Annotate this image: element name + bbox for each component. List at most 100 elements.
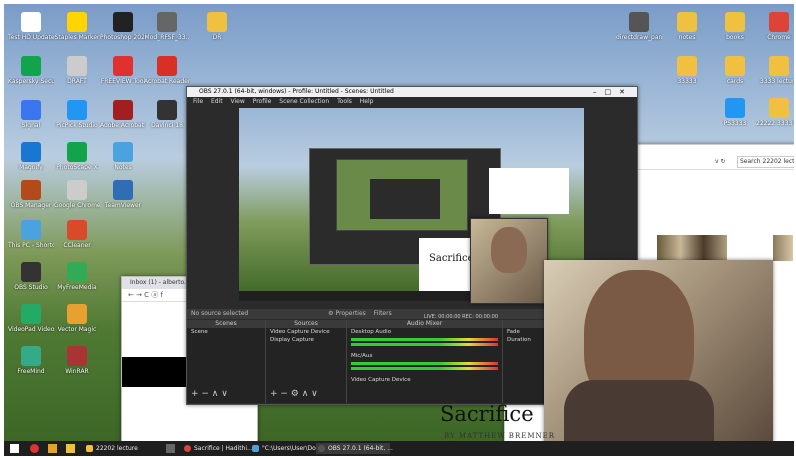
- desktop: Test HD Update Staples Marker Photoshop 20…: [4, 4, 794, 456]
- desktop-icon-label: 3333 lecture: [759, 78, 794, 85]
- desktop-icon-label: This PC - Shortcut: [8, 242, 54, 249]
- obs-icon: [318, 445, 325, 452]
- explorer-search-input[interactable]: Search 22202 lecture: [737, 156, 794, 168]
- menu-help[interactable]: Help: [360, 98, 374, 105]
- desktop-icon[interactable]: Staples Marker: [54, 12, 100, 41]
- taskbar-pin-icon[interactable]: [166, 444, 175, 453]
- desktop-icon[interactable]: Davinci 18: [144, 100, 190, 129]
- desktop-icon[interactable]: books: [712, 12, 758, 41]
- desktop-icon[interactable]: OBS Studio: [8, 262, 54, 291]
- desktop-icon[interactable]: Photoshop 2020: [100, 12, 146, 41]
- desktop-icon[interactable]: This PC - Shortcut: [8, 220, 54, 249]
- start-icon[interactable]: [10, 444, 19, 453]
- desktop-icon[interactable]: TeamViewer: [100, 180, 146, 209]
- desktop-icon[interactable]: DRAFT: [54, 56, 100, 85]
- app-icon: [67, 180, 87, 200]
- app-icon: [157, 12, 177, 32]
- desktop-icon-label: Google Chrome Copy: [54, 202, 100, 209]
- app-icon: [21, 142, 41, 162]
- explorer-thumbnail[interactable]: [657, 235, 727, 261]
- desktop-icon-label: Adobe Acrobat XI Professional: [100, 122, 146, 129]
- desktop-icon[interactable]: cards: [712, 56, 758, 85]
- person-body: [564, 380, 714, 444]
- desktop-icon-label: FREEVIEW Tool: [100, 78, 146, 85]
- desktop-icon[interactable]: Kaspersky Secure: [8, 56, 54, 85]
- doc-title: Sacrifice: [440, 402, 534, 426]
- desktop-icon[interactable]: OBS Manager: [8, 180, 54, 209]
- desktop-icon[interactable]: WinRAR: [54, 346, 100, 375]
- app-icon: [67, 100, 87, 120]
- person-face: [491, 227, 527, 273]
- webcam-preview-small: [470, 218, 548, 304]
- desktop-icon[interactable]: Test HD Update: [8, 12, 54, 41]
- app-icon: [207, 12, 227, 32]
- desktop-icon[interactable]: Google Chrome Copy: [54, 180, 100, 209]
- app-icon: [157, 100, 177, 120]
- taskbar-pin-icon[interactable]: [48, 444, 57, 453]
- volume-meter: [351, 343, 498, 346]
- app-icon: [677, 56, 697, 76]
- desktop-icon[interactable]: notes: [664, 12, 710, 41]
- desktop-icon[interactable]: PicPick Studio: [54, 100, 100, 129]
- desktop-icon[interactable]: DR: [194, 12, 240, 41]
- desktop-icon-label: Mod_RFSF_33..: [144, 34, 190, 41]
- explorer-nav[interactable]: v ↻: [715, 155, 726, 169]
- notepad-icon: [252, 445, 259, 452]
- properties-button[interactable]: Properties: [335, 310, 365, 317]
- menu-scene-collection[interactable]: Scene Collection: [279, 98, 329, 105]
- desktop-icon[interactable]: 22222 3333 Shortcut: [756, 98, 794, 127]
- desktop-icon[interactable]: Vector Magic: [54, 304, 100, 333]
- menu-tools[interactable]: Tools: [337, 98, 352, 105]
- taskbar-pin-icon[interactable]: [30, 444, 39, 453]
- desktop-icon[interactable]: Adobe Acrobat XI Professional: [100, 100, 146, 129]
- app-icon: [725, 56, 745, 76]
- desktop-icon[interactable]: CCleaner: [54, 220, 100, 249]
- volume-meter: [351, 362, 498, 365]
- app-icon: [21, 180, 41, 200]
- desktop-icon[interactable]: MyFreeMedia: [54, 262, 100, 291]
- app-icon: [769, 56, 789, 76]
- menu-file[interactable]: File: [193, 98, 203, 105]
- taskbar-pin-icon[interactable]: [66, 444, 75, 453]
- desktop-icon[interactable]: 33333: [664, 56, 710, 85]
- desktop-icon[interactable]: Chrome: [756, 12, 794, 41]
- desktop-icon-label: FreeMind: [17, 368, 45, 375]
- desktop-icon[interactable]: PS3333: [712, 98, 758, 127]
- desktop-icon[interactable]: Signal: [8, 100, 54, 129]
- window-controls[interactable]: –□✕: [593, 87, 633, 97]
- desktop-icon-label: Staples Marker: [54, 34, 100, 41]
- taskbar-item[interactable]: OBS 27.0.1 (64-bit, ...: [316, 443, 393, 454]
- menu-edit[interactable]: Edit: [211, 98, 223, 105]
- desktop-icon[interactable]: PhotoScape X: [54, 142, 100, 171]
- desktop-icon-label: WinRAR: [65, 368, 89, 375]
- desktop-icon-label: OBS Manager: [10, 202, 52, 209]
- scenes-controls[interactable]: + − ∧ ∨: [191, 389, 228, 399]
- desktop-icon[interactable]: Notes: [100, 142, 146, 171]
- desktop-icon[interactable]: FreeMind: [8, 346, 54, 375]
- desktop-icon[interactable]: Magnify: [8, 142, 54, 171]
- taskbar-item[interactable]: 22202 lecture: [84, 443, 152, 454]
- desktop-icon[interactable]: directdraw_panos...: [616, 12, 662, 41]
- taskbar-item[interactable]: "C:\Users\User\Doc...: [250, 443, 325, 454]
- desktop-icon[interactable]: FREEVIEW Tool: [100, 56, 146, 85]
- desktop-icon[interactable]: Mod_RFSF_33..: [144, 12, 190, 41]
- menu-view[interactable]: View: [231, 98, 245, 105]
- desktop-icon[interactable]: Acrobat Reader: [144, 56, 190, 85]
- explorer-thumbnail[interactable]: [773, 235, 793, 261]
- source-item[interactable]: Display Capture: [266, 336, 346, 344]
- gear-icon[interactable]: ⚙: [328, 310, 333, 317]
- taskbar-item[interactable]: Sacrifice | Hadithi...: [182, 443, 256, 454]
- desktop-icon-label: PicPick Studio: [56, 122, 98, 129]
- sources-dock: Sources Video Capture Device Display Cap…: [266, 320, 347, 403]
- filters-button[interactable]: Filters: [374, 310, 392, 317]
- desktop-icon-label: OBS Studio: [14, 284, 48, 291]
- menu-profile[interactable]: Profile: [253, 98, 272, 105]
- scenes-header: Scenes: [187, 320, 265, 328]
- desktop-icon[interactable]: VideoPad Video Editor: [8, 304, 54, 333]
- scene-item[interactable]: Scene: [187, 328, 265, 336]
- preview-doc-title: Sacrifice: [429, 253, 474, 264]
- sources-controls[interactable]: + − ⚙ ∧ ∨: [270, 389, 318, 399]
- desktop-icon-label: MyFreeMedia: [57, 284, 97, 291]
- source-item[interactable]: Video Capture Device: [266, 328, 346, 336]
- desktop-icon[interactable]: 3333 lecture: [756, 56, 794, 85]
